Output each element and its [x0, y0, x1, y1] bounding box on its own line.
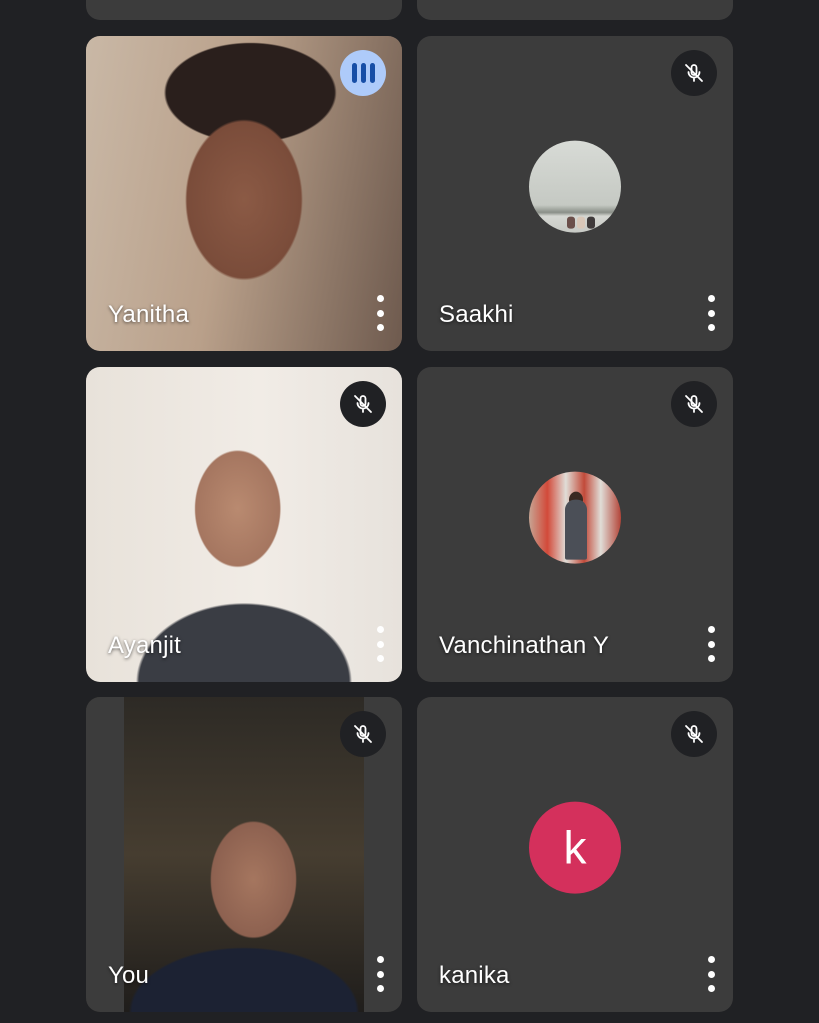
more-options-icon[interactable] [701, 626, 721, 662]
audio-level-icon [340, 50, 386, 96]
participant-name: Vanchinathan Y [439, 632, 610, 659]
mic-off-icon [671, 50, 717, 96]
profile-photo [529, 140, 621, 233]
participant-tile-you[interactable]: You [86, 697, 402, 1012]
more-options-icon[interactable] [370, 626, 390, 662]
participant-tile-yanitha[interactable]: Yanitha [86, 36, 402, 351]
more-options-icon[interactable] [701, 956, 721, 992]
more-options-icon[interactable] [701, 295, 721, 331]
mic-off-icon [340, 381, 386, 427]
initial-avatar: k [529, 801, 621, 894]
participant-tile-ayanjit[interactable]: Ayanjit [86, 367, 402, 682]
participant-tile-vanchinathan[interactable]: Vanchinathan Y [417, 367, 733, 682]
participant-tile-saakhi[interactable]: Saakhi [417, 36, 733, 351]
mic-off-icon [340, 711, 386, 757]
participant-tile-partial [86, 0, 402, 20]
participant-name: Saakhi [439, 301, 514, 328]
mic-off-icon [671, 381, 717, 427]
participant-name: You [108, 962, 150, 989]
participant-name: kanika [439, 962, 510, 989]
participant-tile-kanika[interactable]: k kanika [417, 697, 733, 1012]
participant-name: Yanitha [108, 301, 190, 328]
more-options-icon[interactable] [370, 956, 390, 992]
mic-off-icon [671, 711, 717, 757]
profile-photo [529, 471, 621, 564]
more-options-icon[interactable] [370, 295, 390, 331]
participant-tile-partial [417, 0, 733, 20]
participant-name: Ayanjit [108, 632, 182, 659]
